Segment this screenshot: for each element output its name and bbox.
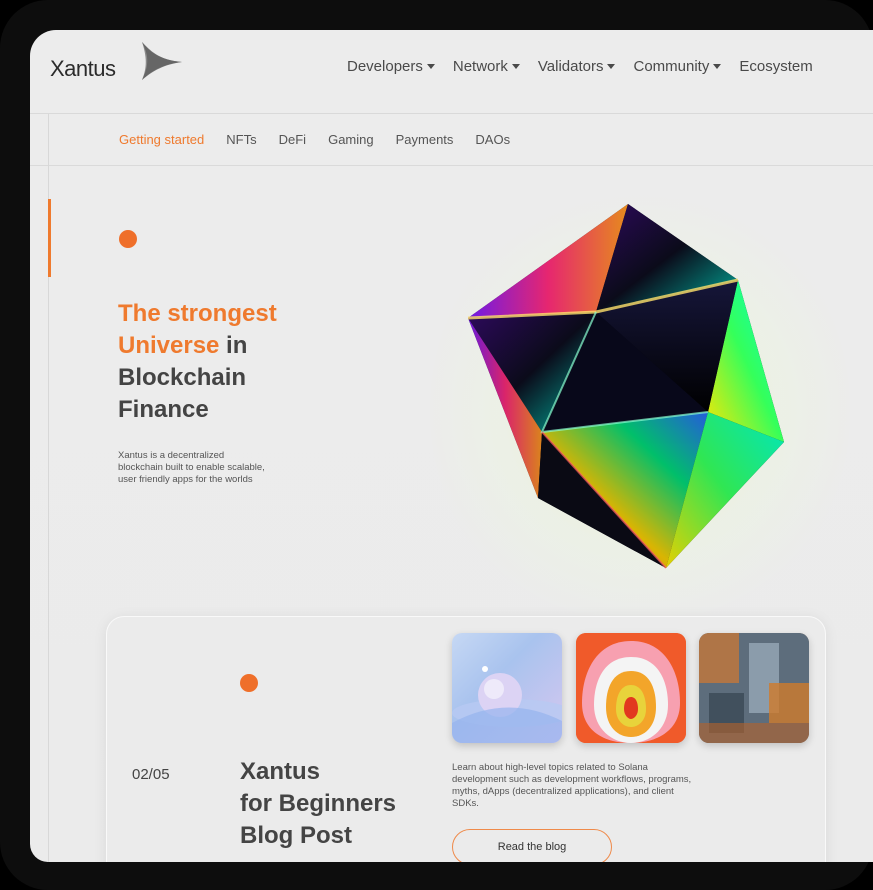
sphere-art-icon (452, 666, 562, 743)
device-frame: Xantus Developers Network Validators Com… (0, 0, 873, 890)
top-navigation: Xantus Developers Network Validators Com… (30, 30, 873, 114)
slide-counter: 02/05 (132, 766, 170, 783)
abstract-painting-icon (699, 633, 809, 743)
blog-card-description: Learn about high-level topics related to… (452, 762, 692, 809)
section-indicator (48, 199, 51, 277)
nav-network[interactable]: Network (453, 58, 520, 75)
blog-thumbnail-rings[interactable] (576, 633, 686, 743)
hero-description: Xantus is a decentralized blockchain bui… (118, 450, 265, 485)
hero-title: The strongest Universe in Blockchain Fin… (118, 300, 277, 423)
browser-screen: Xantus Developers Network Validators Com… (30, 30, 873, 862)
caret-down-icon (511, 64, 520, 69)
nav-validators[interactable]: Validators (538, 58, 616, 75)
nav-developers[interactable]: Developers (347, 58, 435, 75)
caret-down-icon (607, 64, 616, 69)
blog-card: 02/05 Xantus for Beginners Blog Post Lea… (106, 616, 826, 862)
sub-navigation-bar: Getting started NFTs DeFi Gaming Payment… (30, 114, 873, 166)
category-tabs: Getting started NFTs DeFi Gaming Payment… (119, 132, 532, 147)
blog-thumbnail-sphere[interactable] (452, 633, 562, 743)
swoosh-logo-icon (142, 42, 182, 80)
card-accent-dot (240, 674, 258, 692)
concentric-rings-icon (576, 633, 686, 743)
tab-getting-started[interactable]: Getting started (119, 132, 204, 147)
blog-thumbnail-abstract[interactable] (699, 633, 809, 743)
caret-down-icon (426, 64, 435, 69)
nav-community[interactable]: Community (633, 58, 722, 75)
nav-ecosystem[interactable]: Ecosystem (739, 58, 812, 75)
iridescent-polyhedron-image (467, 204, 784, 569)
tab-nfts[interactable]: NFTs (226, 132, 256, 147)
blog-card-title: Xantus for Beginners Blog Post (240, 758, 397, 849)
brand-name: Xantus (50, 56, 116, 81)
caret-down-icon (713, 64, 722, 69)
tab-payments[interactable]: Payments (396, 132, 454, 147)
tab-gaming[interactable]: Gaming (328, 132, 374, 147)
tab-daos[interactable]: DAOs (475, 132, 510, 147)
read-blog-button[interactable]: Read the blog (452, 829, 612, 862)
brand-logo[interactable]: Xantus (50, 40, 182, 88)
hero-accent-dot (119, 230, 137, 248)
main-nav: Developers Network Validators Community … (347, 58, 831, 75)
tab-defi[interactable]: DeFi (279, 132, 306, 147)
